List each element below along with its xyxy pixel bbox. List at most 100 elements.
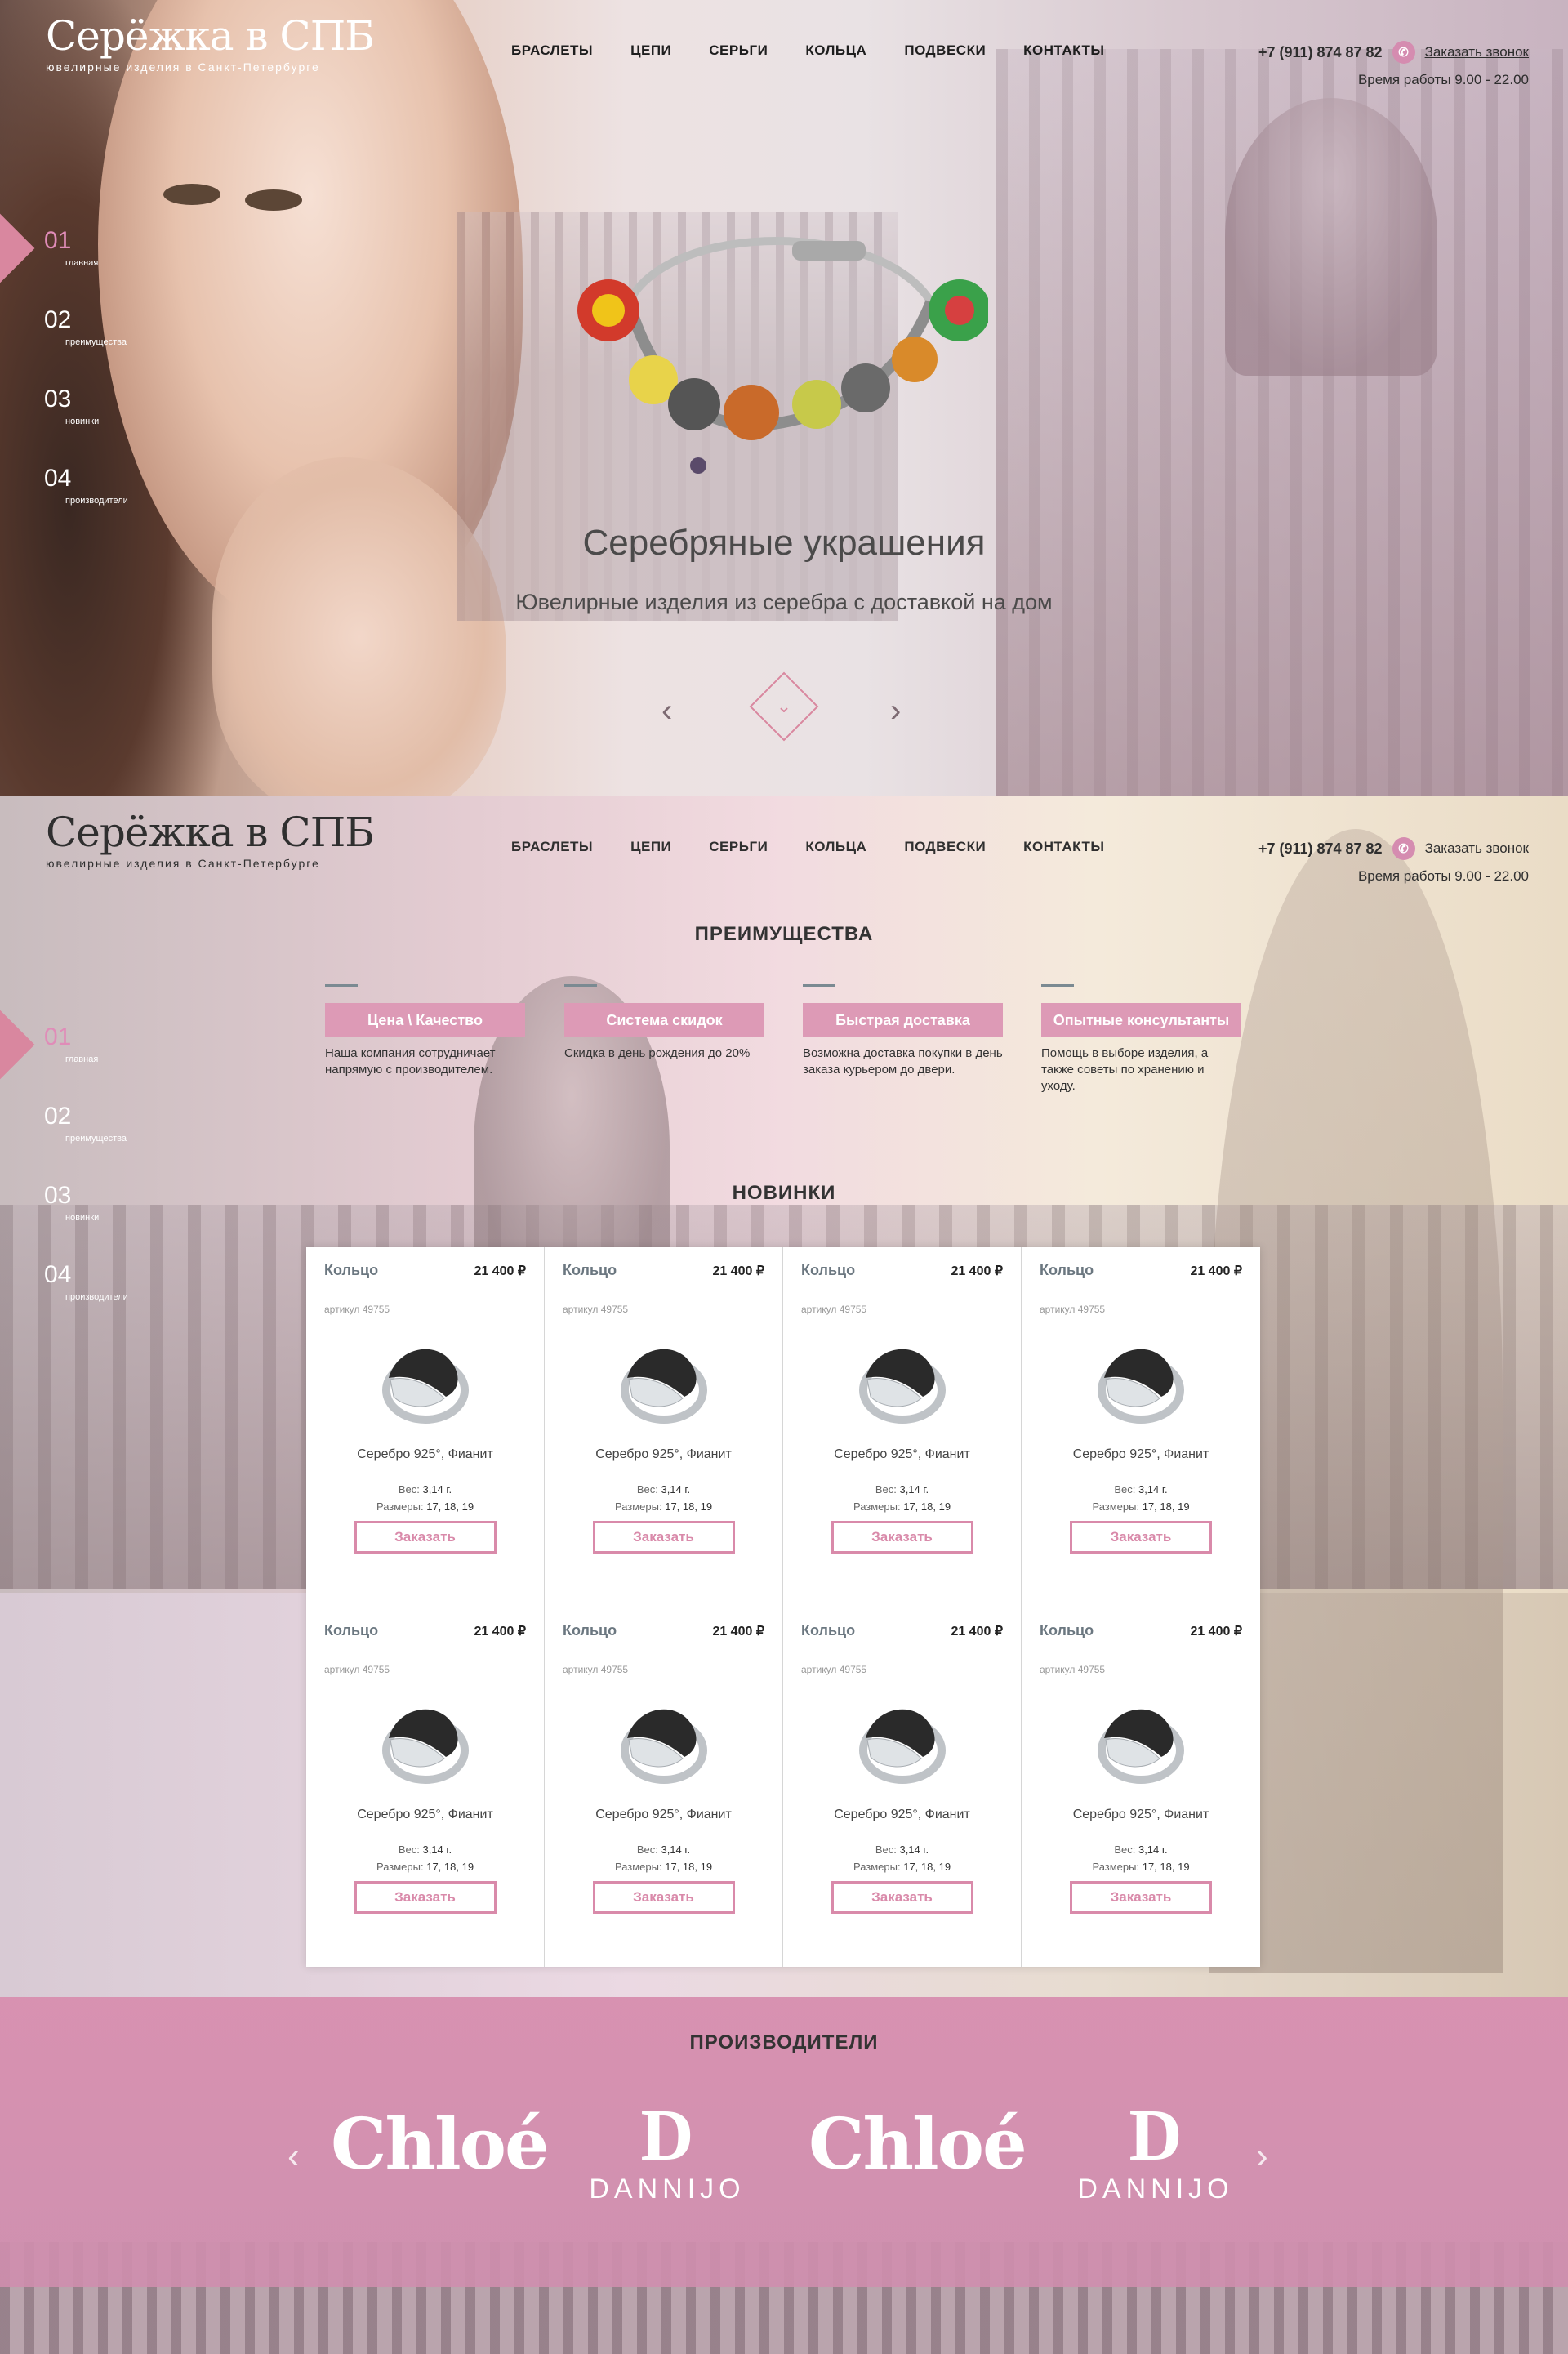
product-weight: Вес: 3,14 г. (1114, 1843, 1168, 1856)
pager-item-advantages[interactable]: 02 преимущества (0, 308, 163, 387)
pager-item-advantages[interactable]: 02 преимущества (0, 1104, 163, 1184)
product-price: 21 400 ₽ (951, 1264, 1003, 1278)
nav-item-earrings[interactable]: СЕРЬГИ (709, 839, 768, 855)
phone-number[interactable]: +7 (911) 874 87 82 (1258, 840, 1383, 858)
nav-item-contacts[interactable]: КОНТАКТЫ (1023, 42, 1104, 59)
advantage-text: Скидка в день рождения до 20% (564, 1046, 751, 1060)
product-weight: Вес: 3,14 г. (636, 1843, 691, 1856)
advantage-label: Система скидок (564, 1003, 764, 1037)
phone-number[interactable]: +7 (911) 874 87 82 (1258, 44, 1383, 61)
order-button[interactable]: Заказать (831, 1521, 973, 1554)
product-name[interactable]: Кольцо (1040, 1262, 1094, 1279)
product-card[interactable]: Кольцо 21 400 ₽ артикул 49755 Серебро 925°,… (1022, 1607, 1260, 1968)
makers-prev-icon[interactable]: ‹ (287, 2136, 300, 2177)
phone-icon[interactable]: ✆ (1392, 41, 1415, 64)
new-products-title: НОВИНКИ (732, 1182, 836, 1204)
product-material: Серебро 925°, Фианит (595, 1447, 732, 1461)
advantage-delivery: ⛟ Быстрая доставка Возможна доставка пок… (803, 984, 1003, 1122)
order-button[interactable]: Заказать (592, 1880, 735, 1914)
ring-image (1098, 1349, 1184, 1424)
order-button[interactable]: Заказать (354, 1880, 497, 1914)
order-button[interactable]: Заказать (1070, 1880, 1212, 1914)
ring-image (858, 1709, 946, 1784)
product-weight: Вес: 3,14 г. (398, 1483, 452, 1496)
ring-image (1098, 1709, 1184, 1784)
product-price: 21 400 ₽ (1190, 1624, 1242, 1638)
dannijo-mark: D (640, 2095, 694, 2176)
product-article: артикул 49755 (563, 1663, 629, 1675)
product-name[interactable]: Кольцо (563, 1262, 617, 1279)
slide-next-icon[interactable]: › (890, 693, 901, 729)
order-button[interactable]: Заказать (592, 1521, 735, 1554)
nav-item-pendants[interactable]: ПОДВЕСКИ (904, 839, 986, 855)
callback-link[interactable]: Заказать звонок (1425, 840, 1529, 857)
site-header: Серёжка в СПБ ювелирные изделия в Санкт-… (0, 0, 1568, 98)
product-weight: Вес: 3,14 г. (636, 1483, 691, 1496)
section-pager: 01 главная 02 преимущества 03 новинки 04 про… (0, 229, 163, 546)
product-card[interactable]: Кольцо 21 400 ₽ артикул 49755 Серебро 925°,… (783, 1247, 1022, 1607)
advantage-discounts: % Система скидок Скидка в день рождения … (564, 984, 764, 1122)
nav-item-earrings[interactable]: СЕРЬГИ (709, 42, 768, 59)
product-sizes: Размеры: 17, 18, 19 (1092, 1500, 1190, 1513)
nav-item-rings[interactable]: КОЛЬЦА (805, 839, 866, 855)
product-material: Серебро 925°, Фианит (834, 1447, 970, 1461)
product-material: Серебро 925°, Фианит (357, 1807, 493, 1821)
brand-logo-chloe[interactable]: Chloé (331, 2103, 550, 2186)
brand-logo-dannijo[interactable]: D DANNIJO (1070, 2099, 1241, 2205)
hero-model-eye (163, 184, 220, 205)
divider (564, 984, 597, 987)
product-name[interactable]: Кольцо (801, 1622, 855, 1639)
product-card[interactable]: Кольцо 21 400 ₽ артикул 49755 Серебро 925°,… (545, 1247, 783, 1607)
callback-link[interactable]: Заказать звонок (1425, 44, 1529, 60)
order-button[interactable]: Заказать (1070, 1521, 1212, 1554)
makers-next-icon[interactable]: › (1256, 2136, 1268, 2177)
makers-title: ПРОИЗВОДИТЕЛИ (689, 2031, 879, 2053)
main-nav: БРАСЛЕТЫ ЦЕПИ СЕРЬГИ КОЛЬЦА ПОДВЕСКИ КОН… (511, 839, 1142, 855)
pager-item-main[interactable]: 01 главная (0, 229, 163, 308)
product-card[interactable]: Кольцо 21 400 ₽ артикул 49755 Серебро 925°,… (306, 1607, 545, 1967)
product-name[interactable]: Кольцо (324, 1622, 378, 1639)
product-card[interactable]: Кольцо 21 400 ₽ артикул 49755 Серебро 925°,… (783, 1607, 1022, 1967)
slide-prev-icon[interactable]: ‹ (662, 693, 672, 729)
product-sizes: Размеры: 17, 18, 19 (614, 1860, 713, 1873)
brand-logo-chloe[interactable]: Chloé (808, 2103, 1027, 2186)
pager-item-makers[interactable]: 04 производители (0, 1263, 163, 1342)
product-grid: Кольцо 21 400 ₽ артикул 49755 Серебро 925°,… (306, 1247, 1260, 1967)
product-sizes: Размеры: 17, 18, 19 (376, 1860, 474, 1873)
advantage-text: Наша компания сотрудничает напрямую с пр… (325, 1046, 496, 1077)
product-name[interactable]: Кольцо (324, 1262, 378, 1279)
product-material: Серебро 925°, Фианит (1072, 1807, 1209, 1821)
product-card[interactable]: Кольцо 21 400 ₽ артикул 49755 Серебро 925°,… (306, 1247, 545, 1607)
pager-item-new[interactable]: 03 новинки (0, 387, 163, 466)
phone-icon[interactable]: ✆ (1392, 837, 1415, 860)
product-price: 21 400 ₽ (712, 1624, 764, 1638)
product-name[interactable]: Кольцо (1040, 1622, 1094, 1639)
nav-item-pendants[interactable]: ПОДВЕСКИ (904, 42, 986, 59)
product-sizes: Размеры: 17, 18, 19 (376, 1500, 474, 1513)
product-name[interactable]: Кольцо (563, 1622, 617, 1639)
ring-image (381, 1349, 469, 1424)
brand-logo-dannijo[interactable]: D DANNIJO (581, 2095, 753, 2205)
product-article: артикул 49755 (1040, 1663, 1106, 1675)
product-name[interactable]: Кольцо (801, 1262, 855, 1279)
order-button[interactable]: Заказать (354, 1521, 497, 1554)
scroll-down-button[interactable]: ⌄ (749, 671, 819, 742)
site-logo[interactable]: Серёжка в СПБ ювелирные изделия в Санкт-… (46, 12, 375, 74)
nav-item-chains[interactable]: ЦЕПИ (630, 42, 671, 59)
nav-item-rings[interactable]: КОЛЬЦА (805, 42, 866, 59)
product-card[interactable]: Кольцо 21 400 ₽ артикул 49755 Серебро 925°,… (545, 1607, 783, 1967)
order-button[interactable]: Заказать (831, 1880, 973, 1914)
product-card[interactable]: Кольцо 21 400 ₽ артикул 49755 Серебро 925°,… (1022, 1247, 1260, 1607)
nav-item-chains[interactable]: ЦЕПИ (630, 839, 671, 855)
product-sizes: Размеры: 17, 18, 19 (1092, 1860, 1190, 1873)
nav-item-bracelets[interactable]: БРАСЛЕТЫ (511, 839, 593, 855)
hero-model-eye (245, 189, 302, 211)
pager-item-main[interactable]: 01 главная (0, 1025, 163, 1104)
advantage-price-quality: ⚖ Цена \ Качество Наша компания сотрудни… (325, 984, 525, 1122)
hero-section: Серёжка в СПБ ювелирные изделия в Санкт-… (0, 0, 1568, 796)
product-sizes: Размеры: 17, 18, 19 (614, 1500, 713, 1513)
logo-title: Серёжка в СПБ (46, 12, 375, 60)
nav-item-contacts[interactable]: КОНТАКТЫ (1023, 839, 1104, 855)
site-logo[interactable]: Серёжка в СПБ ювелирные изделия в Санкт-… (46, 809, 375, 870)
nav-item-bracelets[interactable]: БРАСЛЕТЫ (511, 42, 593, 59)
